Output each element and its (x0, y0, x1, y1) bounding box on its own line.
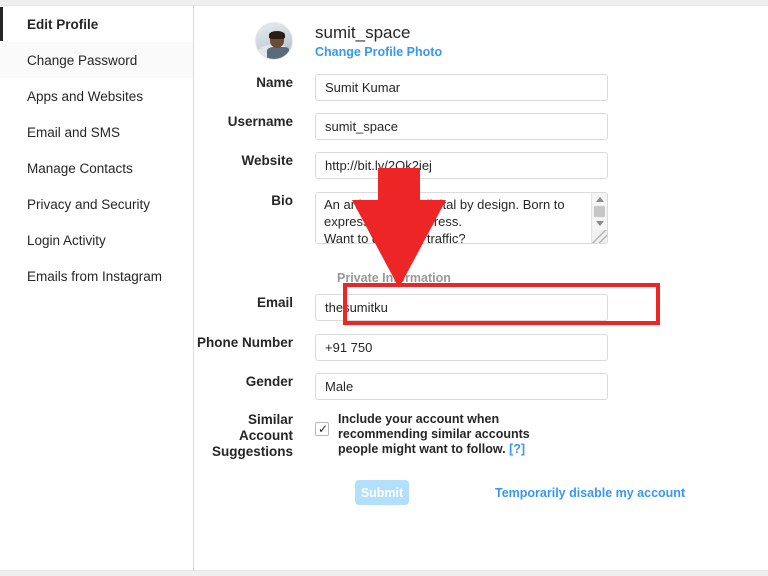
phone-number-label: Phone Number (196, 335, 293, 350)
sidebar-item-privacy-and-security[interactable]: Privacy and Security (0, 186, 193, 222)
sidebar-item-label: Login Activity (27, 232, 106, 248)
checkmark-icon: ✓ (318, 422, 329, 436)
sidebar-item-label: Manage Contacts (27, 160, 133, 176)
instagram-edit-profile-page: Edit Profile Change Password Apps and We… (0, 0, 768, 576)
similar-accounts-checkbox[interactable]: ✓ (315, 422, 329, 436)
email-input[interactable]: thesumitku (315, 294, 608, 321)
sidebar-item-label: Apps and Websites (27, 88, 144, 104)
sidebar-item-edit-profile[interactable]: Edit Profile (0, 6, 193, 42)
temporarily-disable-account-link[interactable]: Temporarily disable my account (495, 486, 685, 500)
avatar-hair (268, 30, 286, 39)
website-label: Website (241, 153, 293, 168)
bio-text: An artist at birth, digital by design. B… (324, 197, 565, 244)
sidebar-item-label: Emails from Instagram (27, 268, 163, 284)
settings-sidebar: Edit Profile Change Password Apps and We… (0, 6, 194, 570)
email-label: Email (256, 295, 293, 310)
sidebar-item-manage-contacts[interactable]: Manage Contacts (0, 150, 193, 186)
description-line-2: recommending similar accounts (338, 427, 530, 441)
website-row: Website http://bit.ly/2Ok2iej (195, 152, 608, 179)
profile-username: sumit_space (315, 23, 411, 42)
window-bottom-strip (0, 570, 768, 576)
gender-row: Gender Male (195, 373, 608, 400)
description-line-3-wrap: people might want to follow. [?] (338, 442, 530, 457)
resize-grip-icon[interactable] (592, 230, 607, 243)
sidebar-item-emails-from-instagram[interactable]: Emails from Instagram (0, 258, 193, 294)
sidebar-item-label: Change Password (27, 52, 138, 68)
website-input[interactable]: http://bit.ly/2Ok2iej (315, 152, 608, 179)
phone-number-input[interactable]: +91 750 (315, 334, 608, 361)
avatar-container (195, 22, 315, 60)
gender-input[interactable]: Male (315, 373, 608, 400)
help-link-icon[interactable]: [?] (509, 442, 525, 456)
sidebar-item-login-activity[interactable]: Login Activity (0, 222, 193, 258)
name-row: Name Sumit Kumar (195, 74, 608, 101)
sidebar-item-apps-and-websites[interactable]: Apps and Websites (0, 78, 193, 114)
username-input[interactable]: sumit_space (315, 113, 608, 140)
scrollbar-thumb[interactable] (594, 206, 605, 217)
scroll-down-icon[interactable] (592, 217, 607, 230)
sidebar-item-label: Privacy and Security (27, 196, 151, 212)
profile-header-text: sumit_space Change Profile Photo (315, 23, 442, 59)
description-line-1: Include your account when (338, 412, 500, 426)
private-information-label: Private Information (337, 271, 451, 285)
similar-account-suggestions-label: Similar Account Suggestions (211, 412, 293, 459)
bio-scrollbar[interactable] (591, 193, 607, 243)
similar-account-suggestions-row: Similar Account Suggestions ✓ Include yo… (195, 412, 530, 460)
edit-profile-form: sumit_space Change Profile Photo Name Su… (195, 6, 768, 570)
sidebar-item-label: Email and SMS (27, 124, 121, 140)
bio-label: Bio (271, 193, 293, 208)
scroll-up-icon[interactable] (592, 193, 607, 206)
active-indicator-bar (0, 7, 3, 41)
name-input[interactable]: Sumit Kumar (315, 74, 608, 101)
avatar[interactable] (255, 22, 293, 60)
username-row: Username sumit_space (195, 113, 608, 140)
gender-label: Gender (245, 374, 293, 389)
submit-button[interactable]: Submit (355, 480, 409, 505)
avatar-torso (266, 46, 290, 59)
username-label: Username (227, 114, 293, 129)
sidebar-item-change-password[interactable]: Change Password (0, 42, 193, 78)
similar-accounts-description: Include your account when recommending s… (338, 412, 530, 457)
profile-header: sumit_space Change Profile Photo (195, 22, 442, 60)
phone-number-row: Phone Number +91 750 (195, 334, 608, 361)
bio-row: Bio An artist at birth, digital by desig… (195, 192, 608, 244)
bio-textarea[interactable]: An artist at birth, digital by design. B… (315, 192, 608, 244)
sidebar-item-email-and-sms[interactable]: Email and SMS (0, 114, 193, 150)
description-line-3: people might want to follow. (338, 442, 506, 456)
change-profile-photo-link[interactable]: Change Profile Photo (315, 45, 442, 59)
sidebar-item-label: Edit Profile (27, 16, 99, 32)
name-label: Name (256, 75, 293, 90)
email-row: Email thesumitku (195, 294, 608, 321)
